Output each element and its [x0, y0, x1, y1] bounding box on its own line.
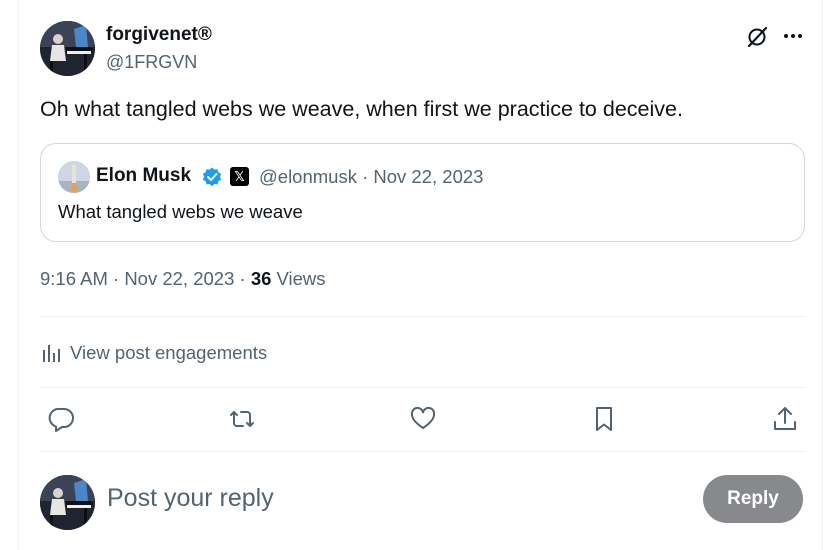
- view-engagements-label: View post engagements: [70, 342, 268, 363]
- quoted-post-card[interactable]: Elon Musk 𝕏 @elonmusk · Nov 22, 2023 Wha…: [40, 143, 805, 242]
- analytics-icon: [43, 345, 60, 362]
- post-timestamp-row: 9:16 AM · Nov 22, 2023 · 36 Views: [40, 268, 326, 290]
- comment-icon: [48, 407, 74, 432]
- grok-icon[interactable]: [745, 25, 769, 49]
- reply-action[interactable]: [48, 405, 76, 433]
- post-timestamp[interactable]: 9:16 AM · Nov 22, 2023 ·: [40, 268, 251, 289]
- repost-action[interactable]: [228, 405, 256, 433]
- reply-button[interactable]: Reply: [703, 475, 803, 523]
- verified-icon: [201, 166, 223, 188]
- author-handle[interactable]: @1FRGVN: [106, 52, 197, 73]
- quote-author-name: Elon Musk: [96, 165, 192, 186]
- x-affiliation-icon: 𝕏: [230, 167, 249, 186]
- quote-meta: @elonmusk · Nov 22, 2023: [259, 166, 484, 187]
- divider: [40, 387, 805, 388]
- quote-author-avatar: [58, 161, 90, 193]
- rocket-image: [58, 161, 90, 193]
- view-engagements-link[interactable]: View post engagements: [40, 340, 267, 366]
- repost-icon: [230, 411, 254, 427]
- quote-text: What tangled webs we weave: [58, 201, 303, 222]
- author-name-text: forgivenet: [106, 24, 198, 45]
- more-options-icon[interactable]: [782, 25, 804, 47]
- post-text: Oh what tangled webs we weave, when firs…: [40, 97, 683, 121]
- views-count: 36: [250, 268, 272, 289]
- divider: [40, 316, 805, 317]
- piano-player-image: [40, 475, 95, 530]
- divider: [40, 451, 805, 452]
- registered-badge: ®: [197, 24, 212, 45]
- piano-player-image: [40, 21, 95, 76]
- author-name[interactable]: forgivenet®: [106, 24, 212, 46]
- like-action[interactable]: [409, 405, 437, 433]
- share-action[interactable]: [771, 405, 799, 433]
- bookmark-action[interactable]: [590, 405, 618, 433]
- author-avatar[interactable]: [40, 21, 95, 76]
- bookmark-icon: [596, 407, 612, 431]
- views-label: Views: [271, 268, 326, 289]
- current-user-avatar[interactable]: [40, 475, 95, 530]
- reply-input[interactable]: Post your reply: [107, 484, 274, 513]
- share-icon: [774, 407, 796, 430]
- heart-icon: [410, 406, 436, 429]
